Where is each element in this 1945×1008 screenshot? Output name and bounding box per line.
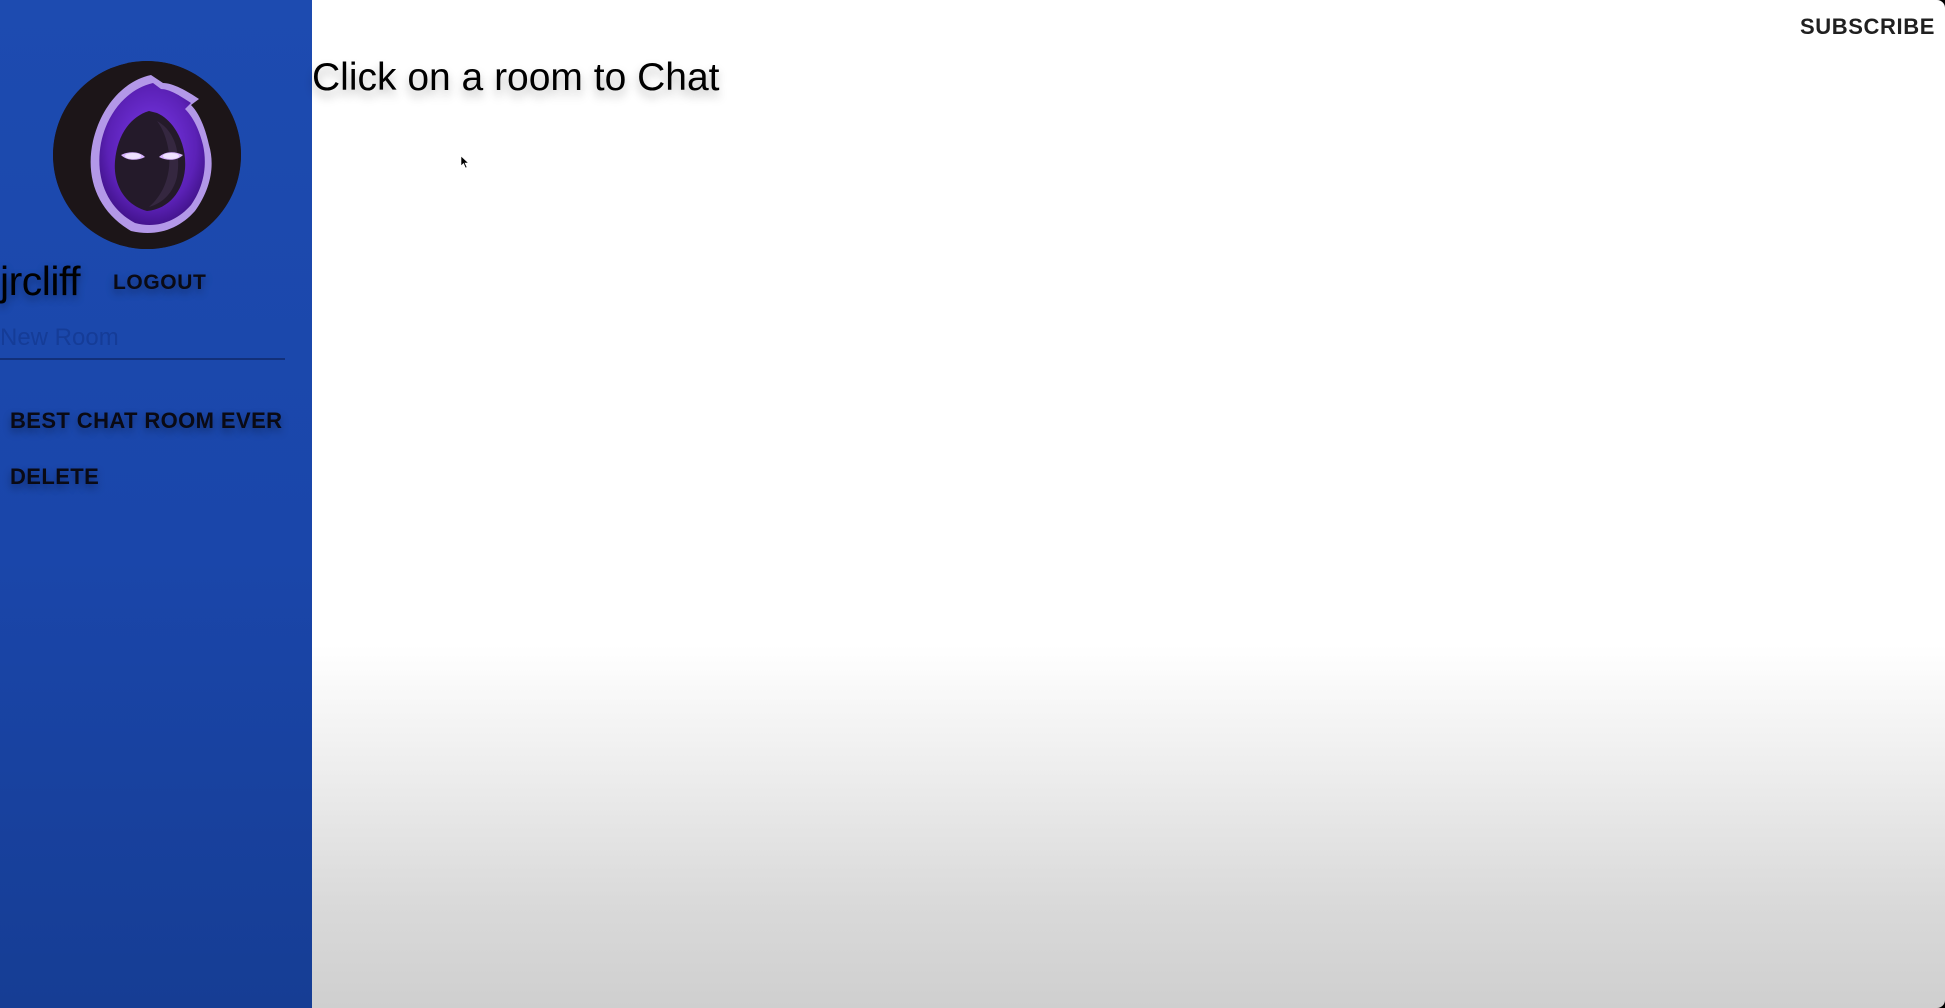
new-room-input[interactable] — [0, 318, 285, 360]
hooded-figure-icon — [53, 61, 241, 249]
mouse-cursor-icon — [460, 155, 470, 169]
app-window: jrcliff LOGOUT BEST CHAT ROOM EVER DELET… — [0, 0, 1945, 1008]
chat-main-panel: SUBSCRIBE Click on a room to Chat — [312, 0, 1945, 1008]
logout-button[interactable]: LOGOUT — [113, 268, 206, 298]
delete-room-button[interactable]: DELETE — [10, 462, 99, 492]
avatar — [53, 61, 241, 249]
sidebar: jrcliff LOGOUT BEST CHAT ROOM EVER DELET… — [0, 0, 312, 1008]
sidebar-item-room[interactable]: BEST CHAT ROOM EVER — [10, 406, 282, 436]
subscribe-button[interactable]: SUBSCRIBE — [1800, 12, 1935, 42]
page-title: Click on a room to Chat — [312, 56, 720, 99]
username: jrcliff — [0, 258, 81, 304]
